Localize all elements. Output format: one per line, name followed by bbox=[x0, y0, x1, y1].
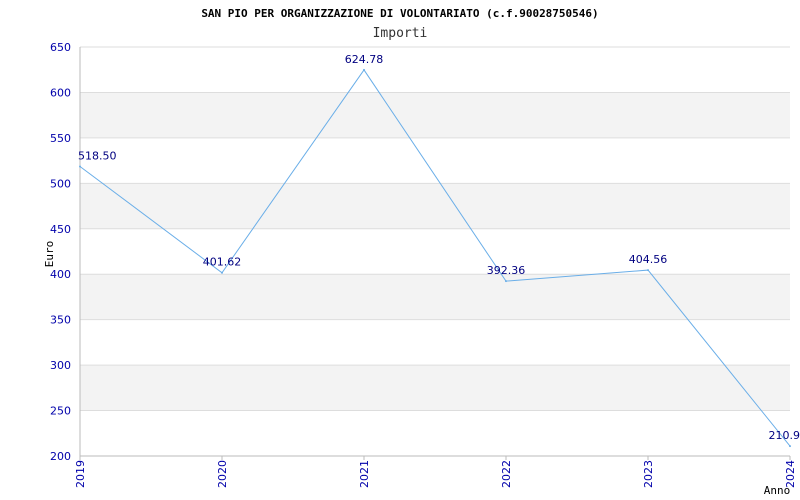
y-tick-label: 550 bbox=[50, 132, 71, 145]
x-tick-label: 2022 bbox=[500, 460, 513, 488]
x-tick-label: 2019 bbox=[74, 460, 87, 488]
data-label: 404.56 bbox=[629, 253, 668, 266]
line-chart: 200 250 300 350 400 450 500 550 600 650 2019 2020 2… bbox=[43, 7, 800, 497]
x-axis-label: Anno bbox=[764, 484, 791, 497]
y-tick-label: 200 bbox=[50, 450, 71, 463]
grid-band bbox=[80, 92, 790, 138]
y-tick-label: 400 bbox=[50, 268, 71, 281]
data-point bbox=[505, 280, 507, 283]
data-point bbox=[221, 271, 223, 274]
y-axis-label: Euro bbox=[43, 241, 56, 268]
grid-band bbox=[80, 183, 790, 229]
y-tick-label: 350 bbox=[50, 314, 71, 327]
y-tick-label: 450 bbox=[50, 223, 71, 236]
x-tick-labels: 2019 2020 2021 2022 2023 2024 bbox=[74, 460, 797, 488]
x-tick-label: 2021 bbox=[358, 460, 371, 488]
x-tick-label: 2020 bbox=[216, 460, 229, 488]
y-tick-label: 300 bbox=[50, 359, 71, 372]
grid-band bbox=[80, 365, 790, 411]
data-label: 392.36 bbox=[487, 264, 526, 277]
data-label: 624.78 bbox=[345, 53, 384, 66]
grid-bands bbox=[80, 92, 790, 411]
chart-title: SAN PIO PER ORGANIZZAZIONE DI VOLONTARIA… bbox=[201, 7, 598, 20]
data-point bbox=[79, 165, 81, 168]
data-label: 210.9 bbox=[769, 429, 800, 442]
y-tick-label: 600 bbox=[50, 86, 71, 99]
grid-band bbox=[80, 274, 790, 320]
data-label: 401.62 bbox=[203, 256, 242, 269]
data-point bbox=[647, 269, 649, 272]
y-tick-label: 500 bbox=[50, 177, 71, 190]
y-tick-label: 250 bbox=[50, 405, 71, 418]
data-label: 518.50 bbox=[78, 150, 117, 163]
y-tick-label: 650 bbox=[50, 41, 71, 54]
chart-subtitle: Importi bbox=[373, 26, 428, 41]
data-point bbox=[363, 68, 365, 71]
x-tick-label: 2023 bbox=[642, 460, 655, 488]
data-point bbox=[789, 445, 791, 448]
